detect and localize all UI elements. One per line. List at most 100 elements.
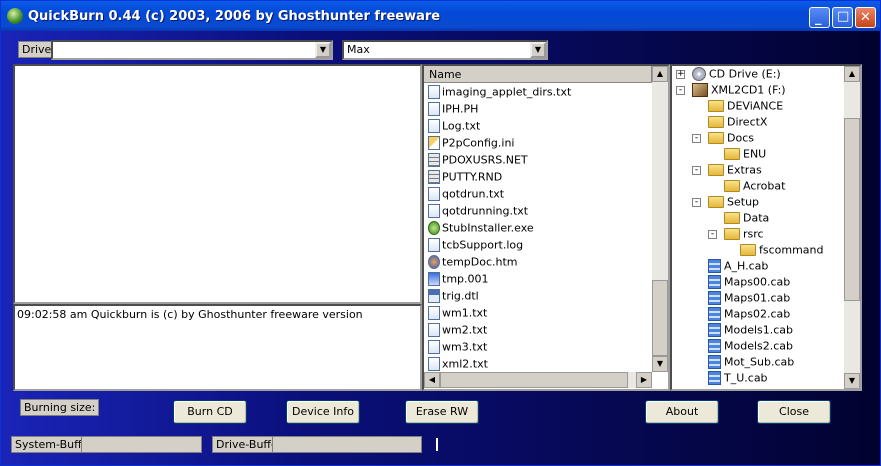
tree-node[interactable]: ENU bbox=[724, 147, 766, 163]
file-list-item[interactable]: wm3.txt bbox=[428, 340, 487, 357]
file-list-item[interactable]: wm1.txt bbox=[428, 306, 487, 323]
tree-node[interactable]: DEViANCE bbox=[708, 99, 783, 115]
close-window-button[interactable]: ✕ bbox=[855, 7, 876, 28]
chevron-down-icon[interactable]: ▼ bbox=[315, 42, 331, 58]
txt-file-icon bbox=[428, 306, 440, 320]
tree-node[interactable]: A_H.cab bbox=[708, 259, 768, 275]
scroll-up-icon[interactable]: ▲ bbox=[652, 66, 668, 82]
tree-node[interactable]: Acrobat bbox=[724, 179, 785, 195]
collapse-icon[interactable]: - bbox=[692, 198, 701, 207]
cd-icon bbox=[692, 67, 706, 81]
file-list-item[interactable]: tmp.001 bbox=[428, 272, 489, 289]
tree-node[interactable]: - XML2CD1 (F:) bbox=[676, 83, 786, 99]
scroll-down-icon[interactable]: ▼ bbox=[844, 373, 860, 389]
tree-node[interactable]: T_U.cab bbox=[708, 371, 768, 387]
tree-node-label: fscommand bbox=[759, 243, 824, 257]
txt-file-icon bbox=[428, 238, 440, 252]
file-name: tempDoc.htm bbox=[442, 255, 518, 269]
tree-node-label: Data bbox=[743, 211, 770, 225]
log-panel: 09:02:58 am Quickburn is (c) by Ghosthun… bbox=[13, 304, 422, 391]
maximize-button[interactable]: □ bbox=[832, 7, 853, 28]
file-list-item[interactable]: tcbSupport.log bbox=[428, 238, 523, 255]
tree-node[interactable]: - Docs bbox=[692, 131, 754, 147]
txt-file-icon bbox=[428, 187, 440, 201]
system-buffer-bar bbox=[81, 436, 202, 453]
tree-node-label: Models2.cab bbox=[724, 339, 794, 353]
expand-icon[interactable]: + bbox=[676, 70, 685, 79]
file-name: P2pConfig.ini bbox=[442, 136, 515, 150]
tree-node[interactable]: Maps02.cab bbox=[708, 307, 790, 323]
scroll-up-icon[interactable]: ▲ bbox=[844, 66, 860, 82]
folder-icon bbox=[708, 196, 724, 208]
tree-node[interactable]: Maps01.cab bbox=[708, 291, 790, 307]
tree-vscrollbar[interactable]: ▲ ▼ bbox=[844, 66, 860, 389]
txt-file-icon bbox=[428, 323, 440, 337]
hscroll-thumb[interactable] bbox=[440, 372, 628, 388]
erase-rw-button[interactable]: Erase RW bbox=[405, 400, 479, 424]
tree-node[interactable]: Models2.cab bbox=[708, 339, 793, 355]
drive-select[interactable]: ▼ bbox=[51, 40, 333, 60]
file-name: IPH.PH bbox=[442, 102, 479, 116]
file-list-item[interactable]: imaging_applet_dirs.txt bbox=[428, 85, 571, 102]
vscroll-thumb[interactable] bbox=[652, 280, 668, 356]
maximize-icon: □ bbox=[837, 9, 850, 24]
close-button[interactable]: Close bbox=[757, 400, 831, 424]
txt-file-icon bbox=[428, 204, 440, 218]
collapse-icon[interactable]: - bbox=[708, 230, 717, 239]
collapse-icon[interactable]: - bbox=[676, 86, 685, 95]
collapse-icon[interactable]: - bbox=[692, 166, 701, 175]
file-name: Log.txt bbox=[442, 119, 481, 133]
tree-node[interactable]: - Extras bbox=[692, 163, 762, 179]
speed-select[interactable]: Max ▼ bbox=[342, 40, 548, 60]
file-list-hscrollbar[interactable]: ◀ ▶ bbox=[424, 372, 652, 388]
file-list-item[interactable]: wm2.txt bbox=[428, 323, 487, 340]
tree-node[interactable]: fscommand bbox=[740, 243, 824, 259]
tree-node[interactable]: Data bbox=[724, 211, 769, 227]
app-icon bbox=[7, 8, 23, 24]
column-header-name[interactable]: Name bbox=[424, 66, 652, 83]
file-list-item[interactable]: PUTTY.RND bbox=[428, 170, 502, 187]
drive-image-icon bbox=[692, 83, 708, 97]
scroll-down-icon[interactable]: ▼ bbox=[652, 356, 668, 372]
cab-icon bbox=[708, 259, 721, 273]
file-list-vscrollbar[interactable]: ▲ ▼ bbox=[652, 66, 668, 372]
tree-node[interactable]: DirectX bbox=[708, 115, 767, 131]
file-name: wm3.txt bbox=[442, 340, 488, 354]
file-list-item[interactable]: PDOXUSRS.NET bbox=[428, 153, 528, 170]
file-list-item[interactable]: StubInstaller.exe bbox=[428, 221, 534, 238]
tree-node-label: DirectX bbox=[727, 115, 768, 129]
burn-cd-button[interactable]: Burn CD bbox=[173, 400, 247, 424]
tree-node[interactable]: Maps00.cab bbox=[708, 275, 790, 291]
device-info-button[interactable]: Device Info bbox=[286, 400, 360, 424]
scroll-right-icon[interactable]: ▶ bbox=[636, 372, 652, 388]
file-list-item[interactable]: Log.txt bbox=[428, 119, 480, 136]
tree-node[interactable]: - rsrc bbox=[708, 227, 764, 243]
folder-tree-panel: + CD Drive (E:) - XML2CD1 (F:) DEViANCE Direc… bbox=[670, 64, 862, 391]
gear-file-icon bbox=[428, 170, 440, 184]
file-list-item[interactable]: qotdrunning.txt bbox=[428, 204, 528, 221]
tree-node[interactable]: Models1.cab bbox=[708, 323, 793, 339]
file-list-item[interactable]: tempDoc.htm bbox=[428, 255, 518, 272]
pc-file-icon bbox=[428, 272, 440, 286]
tree-node[interactable]: - Setup bbox=[692, 195, 759, 211]
file-list-item[interactable]: trig.dtl bbox=[428, 289, 479, 306]
file-name: xml2.txt bbox=[442, 357, 488, 371]
minimize-button[interactable]: _ bbox=[809, 7, 830, 28]
cab-icon bbox=[708, 355, 721, 369]
folder-icon bbox=[724, 148, 740, 160]
file-list-item[interactable]: IPH.PH bbox=[428, 102, 478, 119]
file-list-item[interactable]: qotdrun.txt bbox=[428, 187, 504, 204]
tree-node[interactable]: Mot_Sub.cab bbox=[708, 355, 794, 371]
collapse-icon[interactable]: - bbox=[692, 134, 701, 143]
tree-node-label: Mot_Sub.cab bbox=[724, 355, 795, 369]
folder-icon bbox=[708, 164, 724, 176]
dtl-file-icon bbox=[428, 289, 440, 303]
chevron-down-icon[interactable]: ▼ bbox=[530, 42, 546, 58]
scroll-left-icon[interactable]: ◀ bbox=[424, 372, 440, 388]
file-list-item[interactable]: P2pConfig.ini bbox=[428, 136, 515, 153]
about-button[interactable]: About bbox=[645, 400, 719, 424]
compilation-area[interactable] bbox=[13, 64, 422, 304]
title-bar[interactable]: QuickBurn 0.44 (c) 2003, 2006 by Ghosthu… bbox=[1, 1, 880, 31]
tree-node[interactable]: + CD Drive (E:) bbox=[676, 67, 781, 83]
vscroll-thumb[interactable] bbox=[844, 118, 860, 301]
